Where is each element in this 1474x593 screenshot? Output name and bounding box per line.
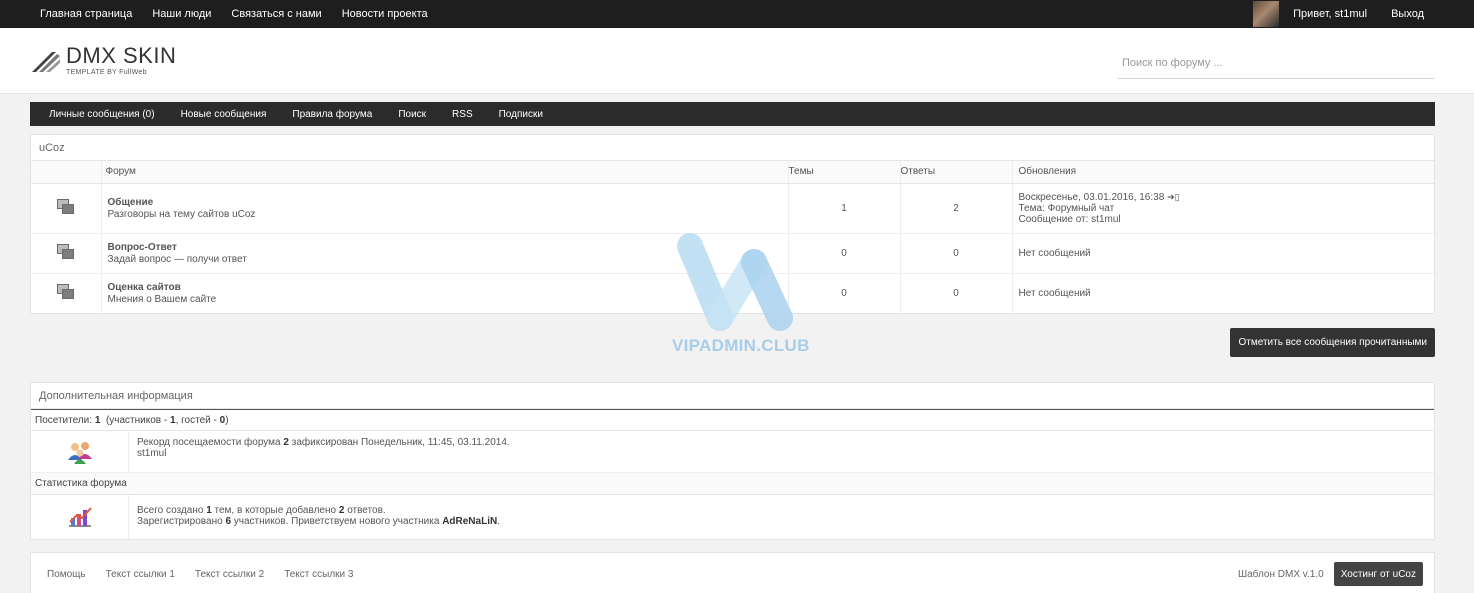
- footer-link-1[interactable]: Текст ссылки 1: [106, 569, 175, 580]
- forum-link[interactable]: Вопрос-Ответ: [108, 242, 177, 253]
- stats-row: Всего создано 1 тем, в которые добавлено…: [31, 495, 1434, 539]
- last-post-info: Нет сообщений: [1012, 233, 1434, 274]
- top-nav-news[interactable]: Новости проекта: [342, 8, 428, 20]
- top-nav-people[interactable]: Наши люди: [152, 8, 211, 20]
- stats-users-text: Зарегистрировано 6 участников. Приветств…: [137, 516, 500, 527]
- nav-new-messages[interactable]: Новые сообщения: [181, 109, 267, 120]
- mark-read-row: Отметить все сообщения прочитанными: [30, 328, 1435, 357]
- visitors-header: Посетители: 1 (участников - 1, гостей - …: [31, 409, 1434, 431]
- nav-search[interactable]: Поиск: [398, 109, 426, 120]
- forum-search-input[interactable]: [1118, 48, 1434, 79]
- footer-link-2[interactable]: Текст ссылки 2: [195, 569, 264, 580]
- mark-all-read-button[interactable]: Отметить все сообщения прочитанными: [1230, 328, 1435, 357]
- stats-topics-text: Всего создано 1 тем, в которые добавлено…: [137, 505, 386, 516]
- stats-header: Статистика форума: [31, 473, 1434, 495]
- forum-table: Форум Темы Ответы Обновления Общение Раз…: [31, 161, 1434, 313]
- logo-text: DMX SKIN TEMPLATE BY FullWeb: [66, 43, 177, 77]
- last-post-topic[interactable]: Тема: Форумный чат: [1019, 203, 1435, 214]
- footer-links: Помощь Текст ссылки 1 Текст ссылки 2 Тек…: [47, 569, 353, 580]
- logout-link[interactable]: Выход: [1391, 8, 1424, 20]
- forum-row: Оценка сайтов Мнения о Вашем сайте 0 0 Н…: [31, 273, 1434, 313]
- new-user-link[interactable]: AdReNaLiN: [442, 516, 497, 527]
- forum-table-header: Форум Темы Ответы Обновления: [31, 161, 1434, 184]
- template-version: Шаблон DMX v.1.0: [1237, 568, 1324, 580]
- info-panel: Дополнительная информация Посетители: 1 …: [30, 382, 1435, 540]
- last-post-date[interactable]: Воскресенье, 03.01.2016, 16:38: [1019, 192, 1165, 203]
- forum-folder-icon: [56, 283, 75, 300]
- logo-title: DMX SKIN: [66, 43, 177, 68]
- avatar[interactable]: [1253, 1, 1280, 27]
- forum-replies-count: 0: [900, 273, 1013, 313]
- top-nav: Главная страница Наши люди Связаться с н…: [40, 8, 428, 20]
- nav-forum-rules[interactable]: Правила форума: [292, 109, 372, 120]
- record-row: Рекорд посещаемости форума 2 зафиксирова…: [31, 431, 1434, 473]
- forum-description: Задай вопрос — получи ответ: [107, 253, 247, 265]
- site-logo[interactable]: DMX SKIN TEMPLATE BY FullWeb: [30, 45, 176, 76]
- forum-topics-count: 1: [788, 183, 901, 234]
- users-icon: [67, 441, 92, 464]
- forum-topics-count: 0: [788, 273, 901, 313]
- stats-chart-icon: [68, 507, 92, 527]
- user-area: Привет, st1mul Выход: [1253, 1, 1434, 27]
- footer-link-3[interactable]: Текст ссылки 3: [284, 569, 353, 580]
- col-updates: Обновления: [1012, 161, 1434, 184]
- record-text: Рекорд посещаемости форума 2 зафиксирова…: [137, 437, 510, 448]
- col-icon: [31, 161, 102, 184]
- nav-subscriptions[interactable]: Подписки: [499, 109, 543, 120]
- top-nav-home[interactable]: Главная страница: [40, 8, 132, 20]
- visitors-count: 1: [94, 414, 101, 426]
- record-user-link[interactable]: st1mul: [137, 448, 166, 459]
- forum-row: Вопрос-Ответ Задай вопрос — получи ответ…: [31, 233, 1434, 274]
- forum-replies-count: 0: [900, 233, 1013, 274]
- logo-slashes-icon: [32, 51, 60, 72]
- col-replies: Ответы: [900, 161, 1013, 184]
- forum-replies-count: 2: [900, 183, 1013, 234]
- info-title: Дополнительная информация: [31, 383, 1434, 409]
- top-bar: Главная страница Наши люди Связаться с н…: [0, 0, 1474, 28]
- forum-nav: Личные сообщения (0) Новые сообщения Пра…: [30, 102, 1435, 126]
- forum-row: Общение Разговоры на тему сайтов uCoz 1 …: [31, 183, 1435, 234]
- forum-link[interactable]: Общение: [108, 197, 154, 208]
- forum-description: Мнения о Вашем сайте: [107, 293, 217, 305]
- footer-link-help[interactable]: Помощь: [47, 569, 86, 580]
- col-topics: Темы: [788, 161, 901, 184]
- nav-private-messages[interactable]: Личные сообщения (0): [49, 109, 155, 120]
- go-to-post-icon[interactable]: ➔▯: [1167, 192, 1180, 202]
- site-footer: Помощь Текст ссылки 1 Текст ссылки 2 Тек…: [30, 552, 1435, 593]
- forum-description: Разговоры на тему сайтов uCoz: [107, 208, 256, 220]
- greeting-link[interactable]: Привет, st1mul: [1293, 8, 1367, 20]
- category-panel: uCoz Форум Темы Ответы Обновления Общени…: [30, 134, 1435, 314]
- category-title[interactable]: uCoz: [31, 135, 1434, 161]
- forum-link[interactable]: Оценка сайтов: [108, 282, 181, 293]
- nav-rss[interactable]: RSS: [452, 109, 473, 120]
- forum-folder-icon: [56, 243, 75, 260]
- top-nav-contact[interactable]: Связаться с нами: [231, 8, 321, 20]
- hosting-button[interactable]: Хостинг от uCoz: [1333, 562, 1423, 586]
- site-header: DMX SKIN TEMPLATE BY FullWeb: [0, 28, 1474, 94]
- logo-subtitle: TEMPLATE BY FullWeb: [66, 69, 147, 76]
- last-post-info: Нет сообщений: [1018, 287, 1091, 299]
- forum-folder-icon: [56, 198, 75, 215]
- last-post-author[interactable]: Сообщение от: st1mul: [1019, 214, 1435, 225]
- col-forum: Форум: [101, 161, 789, 184]
- last-post-info: Воскресенье, 03.01.2016, 16:38 ➔▯: [1019, 192, 1435, 203]
- forum-topics-count: 0: [788, 233, 901, 274]
